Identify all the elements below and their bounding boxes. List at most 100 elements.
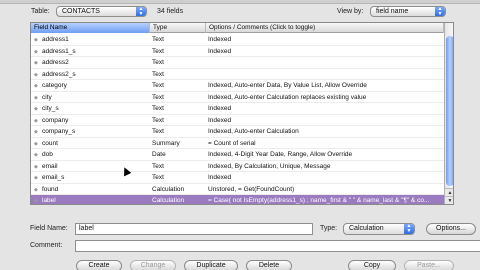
drag-handle-icon[interactable]: ◆: [34, 199, 39, 204]
field-name-cell: ◆ address2_s: [33, 69, 149, 81]
copy-button[interactable]: Copy: [348, 260, 396, 270]
field-name-text: address2_s: [42, 70, 76, 78]
field-options-cell[interactable]: = Count of serial: [208, 138, 444, 150]
type-label: Type:: [320, 225, 338, 232]
field-name-cell: ◆ dob: [33, 149, 149, 161]
drag-handle-icon[interactable]: ◆: [34, 95, 39, 100]
table-row[interactable]: ◆ address1_s Text Indexed: [31, 46, 444, 58]
field-name-text: address1_s: [42, 47, 76, 55]
table-row[interactable]: ◆ found Calculation Unstored, = Get(FoundCo…: [31, 184, 444, 196]
column-header-type[interactable]: Type: [150, 23, 206, 33]
drag-handle-icon[interactable]: ◆: [34, 141, 39, 146]
comment-label: Comment:: [30, 242, 63, 249]
scroll-down-arrow-icon[interactable]: ▼: [445, 196, 453, 204]
table-row[interactable]: ◆ company_s Text Indexed, Auto-enter Calcul…: [31, 126, 444, 138]
field-type-cell: Calculation: [152, 197, 185, 204]
field-options-cell[interactable]: Indexed: [208, 172, 444, 184]
field-options-cell[interactable]: = Case( not IsEmpty(address1_s) ; name_f…: [208, 195, 444, 204]
field-type-cell: Text: [152, 36, 164, 43]
field-options-cell[interactable]: Indexed, Auto-enter Data, By Value List,…: [208, 80, 444, 92]
field-options-cell[interactable]: Indexed: [208, 34, 444, 46]
field-type-cell: Text: [152, 174, 164, 181]
comment-input[interactable]: [75, 240, 480, 252]
field-name-text: company_s: [42, 128, 76, 135]
drag-handle-icon[interactable]: ◆: [34, 164, 39, 169]
field-name-cell: ◆ address1_s: [33, 46, 149, 58]
drag-handle-icon[interactable]: ◆: [34, 84, 39, 89]
paste-button[interactable]: Paste...: [404, 260, 454, 270]
popup-arrows-icon: ▲ ▼: [136, 7, 146, 16]
drag-handle-icon[interactable]: ◆: [34, 49, 39, 54]
field-name-cell: ◆ city: [33, 92, 149, 104]
column-header-field-name[interactable]: Field Name: [31, 23, 150, 33]
field-options-cell[interactable]: Indexed, Auto-enter Calculation replaces…: [208, 92, 444, 104]
field-name-cell: ◆ count: [33, 138, 149, 150]
table-row[interactable]: ◆ city_s Text Indexed: [31, 103, 444, 115]
field-type-cell: Text: [152, 70, 164, 78]
delete-button[interactable]: Delete: [246, 260, 292, 270]
field-name-cell: ◆ city_s: [33, 103, 149, 115]
table-row[interactable]: ◆ address2 Text: [31, 57, 444, 69]
field-type-cell: Summary: [152, 139, 180, 147]
field-options-cell[interactable]: Indexed: [208, 115, 444, 127]
table-row[interactable]: ◆ count Summary = Count of serial: [31, 138, 444, 150]
field-name-row: Field Name: label Type: Calculation ▲ ▼ O…: [30, 222, 476, 236]
create-button[interactable]: Create: [76, 260, 122, 270]
field-name-cell: ◆ category: [33, 80, 149, 92]
field-options-cell[interactable]: Indexed, By Calculation, Unique, Message: [208, 161, 444, 173]
table-row[interactable]: ◆ company Text Indexed: [31, 115, 444, 127]
drag-handle-icon[interactable]: ◆: [34, 72, 39, 77]
field-type-cell: Text: [152, 105, 164, 112]
view-by-popup[interactable]: field name ▲ ▼: [370, 6, 446, 17]
field-name-label: Field Name:: [30, 225, 68, 232]
table-row[interactable]: ◆ address1 Text Indexed: [31, 34, 444, 46]
drag-handle-icon[interactable]: ◆: [34, 130, 39, 135]
table-popup[interactable]: CONTACTS ▲ ▼: [56, 6, 147, 17]
type-popup-value: Calculation: [349, 225, 384, 232]
view-by-popup-value: field name: [376, 8, 409, 15]
drag-handle-icon[interactable]: ◆: [34, 187, 39, 192]
field-type-cell: Text: [152, 116, 164, 124]
change-button[interactable]: Change: [130, 260, 176, 270]
field-options-cell[interactable]: [208, 57, 444, 69]
field-name-cell: ◆ company_s: [33, 126, 149, 138]
drag-handle-icon[interactable]: ◆: [34, 38, 39, 43]
type-popup[interactable]: Calculation ▲ ▼: [343, 223, 415, 235]
scroll-up-arrow-icon[interactable]: ▲: [445, 188, 453, 196]
field-options-cell[interactable]: Indexed, 4-Digit Year Date, Range, Allow…: [208, 149, 444, 161]
table-row[interactable]: ◆ email Text Indexed, By Calculation, Uniqu…: [31, 161, 444, 173]
field-name-input[interactable]: label: [75, 223, 313, 235]
popup-arrows-icon: ▲ ▼: [435, 7, 445, 16]
field-options-cell[interactable]: Indexed: [208, 46, 444, 58]
field-name-cell: ◆ company: [33, 115, 149, 127]
drag-handle-icon[interactable]: ◆: [34, 118, 39, 123]
field-options-cell[interactable]: Indexed, Auto-enter Calculation: [208, 126, 444, 138]
drag-handle-icon[interactable]: ◆: [34, 107, 39, 112]
table-row[interactable]: ◆ category Text Indexed, Auto-enter Data, B…: [31, 80, 444, 92]
table-popup-value: CONTACTS: [62, 8, 100, 15]
column-header-options[interactable]: Options / Comments (Click to toggle): [206, 23, 444, 33]
field-list[interactable]: Field Name Type Options / Comments (Clic…: [30, 22, 454, 205]
field-type-cell: Text: [152, 128, 164, 135]
field-name-cell: ◆ email: [33, 161, 149, 173]
table-row[interactable]: ◆ city Text Indexed, Auto-enter Calculation…: [31, 92, 444, 104]
field-options-cell[interactable]: [208, 69, 444, 81]
options-button[interactable]: Options...: [426, 223, 476, 235]
drag-handle-icon[interactable]: ◆: [34, 176, 39, 181]
field-options-cell[interactable]: Indexed: [208, 103, 444, 115]
table-row[interactable]: ◆ label Calculation = Case( not IsEmpty(add…: [31, 195, 444, 204]
duplicate-button[interactable]: Duplicate: [184, 260, 238, 270]
field-name-cell: ◆ label: [33, 195, 149, 204]
drag-handle-icon[interactable]: ◆: [34, 61, 39, 66]
field-type-cell: Date: [152, 151, 166, 158]
scroll-thumb[interactable]: [446, 36, 453, 186]
table-row[interactable]: ◆ dob Date Indexed, 4-Digit Year Date, Rang…: [31, 149, 444, 161]
field-type-cell: Text: [152, 47, 164, 55]
table-label: Table:: [31, 8, 50, 15]
view-by-label: View by:: [337, 8, 364, 15]
table-row[interactable]: ◆ email_s Text Indexed: [31, 172, 444, 184]
table-row[interactable]: ◆ address2_s Text: [31, 69, 444, 81]
drag-handle-icon[interactable]: ◆: [34, 153, 39, 158]
vertical-scrollbar[interactable]: ▲ ▼: [444, 23, 453, 204]
field-options-cell[interactable]: Unstored, = Get(FoundCount): [208, 184, 444, 196]
